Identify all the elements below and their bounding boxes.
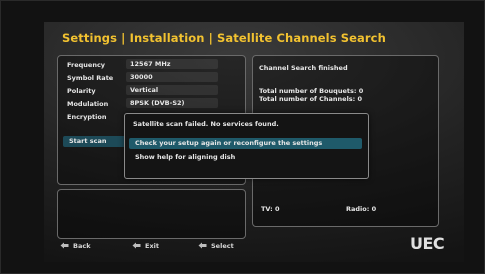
select-label: Select xyxy=(211,242,234,250)
exit-label: Exit xyxy=(145,242,159,250)
bouquet-count: Total number of Bouquets: 0 xyxy=(259,87,364,95)
page-title: Settings | Installation | Satellite Chan… xyxy=(62,31,386,45)
polarity-value[interactable]: Vertical xyxy=(126,85,218,95)
frequency-label: Frequency xyxy=(67,61,106,69)
select-button[interactable]: Select xyxy=(198,242,234,250)
select-button-icon xyxy=(198,242,207,249)
status-message: Channel Search finished xyxy=(259,64,348,72)
dialog-message: Satellite scan failed. No services found… xyxy=(133,120,279,128)
encryption-label: Encryption xyxy=(67,113,107,121)
symbol-rate-label: Symbol Rate xyxy=(67,74,114,82)
back-button[interactable]: Back xyxy=(60,242,91,250)
scan-failed-dialog: Satellite scan failed. No services found… xyxy=(124,113,369,179)
info-panel xyxy=(57,189,246,239)
back-label: Back xyxy=(73,242,91,250)
modulation-label: Modulation xyxy=(67,100,109,108)
reconfigure-option[interactable]: Check your setup again or reconfigure th… xyxy=(129,138,362,149)
polarity-label: Polarity xyxy=(67,87,96,95)
back-button-icon xyxy=(60,242,69,249)
modulation-value[interactable]: 8PSK (DVB-S2) xyxy=(126,98,218,108)
dish-help-option[interactable]: Show help for aligning dish xyxy=(129,152,362,163)
tv-count: TV: 0 xyxy=(261,205,280,213)
brand-logo: UEC xyxy=(410,234,445,253)
exit-button[interactable]: Exit xyxy=(132,242,159,250)
radio-count: Radio: 0 xyxy=(346,205,377,213)
exit-button-icon xyxy=(132,242,141,249)
channel-count: Total number of Channels: 0 xyxy=(259,95,363,103)
symbol-rate-value[interactable]: 30000 xyxy=(126,72,218,82)
frequency-value[interactable]: 12567 MHz xyxy=(126,59,218,69)
